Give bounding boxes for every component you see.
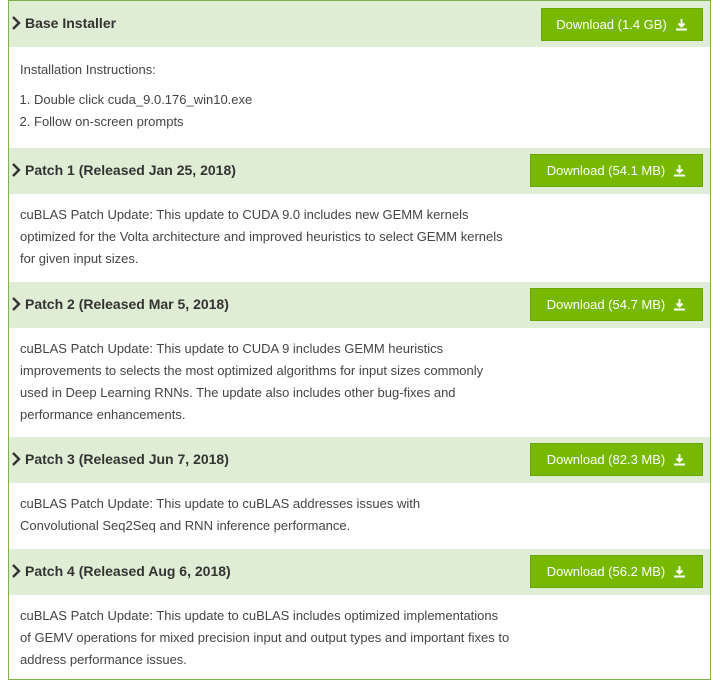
section-title: Base Installer — [25, 15, 117, 31]
download-button[interactable]: Download (1.4 GB) — [541, 8, 703, 41]
section-header-patch-1[interactable]: Patch 1 (Released Jan 25, 2018) Download… — [9, 148, 710, 194]
section-title: Patch 2 (Released Mar 5, 2018) — [25, 296, 229, 312]
download-label: Download (56.2 MB) — [546, 564, 666, 579]
download-label: Download (1.4 GB) — [556, 17, 667, 32]
section-body-patch-1: cuBLAS Patch Update: This update to CUDA… — [20, 204, 520, 270]
section-header-patch-4[interactable]: Patch 4 (Released Aug 6, 2018) Download … — [9, 549, 710, 595]
section-description: cuBLAS Patch Update: This update to CUDA… — [20, 341, 484, 422]
downloads-panel: Base Installer Download (1.4 GB) Install… — [8, 0, 711, 680]
download-icon — [674, 299, 686, 311]
section-header-base-installer[interactable]: Base Installer Download (1.4 GB) — [9, 1, 710, 47]
download-icon — [674, 566, 686, 578]
download-icon — [674, 454, 686, 466]
chevron-right-icon — [12, 452, 21, 466]
download-button[interactable]: Download (82.3 MB) — [530, 443, 703, 476]
section-header-patch-2[interactable]: Patch 2 (Released Mar 5, 2018) Download … — [9, 282, 710, 328]
chevron-right-icon — [12, 16, 21, 30]
chevron-right-icon — [12, 564, 21, 578]
section-title: Patch 1 (Released Jan 25, 2018) — [25, 162, 236, 178]
chevron-right-icon — [12, 297, 21, 311]
chevron-right-icon — [12, 163, 21, 177]
download-label: Download (82.3 MB) — [546, 452, 666, 467]
download-icon — [674, 165, 686, 177]
section-body-base-installer: Installation Instructions: Double click … — [20, 59, 252, 133]
section-title: Patch 4 (Released Aug 6, 2018) — [25, 563, 231, 579]
instruction-steps: Double click cuda_9.0.176_win10.exe Foll… — [20, 89, 252, 133]
section-body-patch-2: cuBLAS Patch Update: This update to CUDA… — [20, 338, 500, 426]
section-description: cuBLAS Patch Update: This update to CUDA… — [20, 207, 503, 266]
section-header-patch-3[interactable]: Patch 3 (Released Jun 7, 2018) Download … — [9, 437, 710, 483]
section-body-patch-3: cuBLAS Patch Update: This update to cuBL… — [20, 493, 480, 537]
section-description: cuBLAS Patch Update: This update to cuBL… — [20, 608, 510, 667]
instruction-step: Follow on-screen prompts — [34, 111, 252, 133]
instructions-heading: Installation Instructions: — [20, 62, 156, 77]
download-label: Download (54.1 MB) — [546, 163, 666, 178]
download-button[interactable]: Download (54.7 MB) — [530, 288, 703, 321]
instruction-step: Double click cuda_9.0.176_win10.exe — [34, 89, 252, 111]
section-title: Patch 3 (Released Jun 7, 2018) — [25, 451, 229, 467]
download-label: Download (54.7 MB) — [546, 297, 666, 312]
section-description: cuBLAS Patch Update: This update to cuBL… — [20, 496, 421, 533]
section-body-patch-4: cuBLAS Patch Update: This update to cuBL… — [20, 605, 510, 671]
download-button[interactable]: Download (54.1 MB) — [530, 154, 703, 187]
download-icon — [675, 19, 687, 31]
download-button[interactable]: Download (56.2 MB) — [530, 555, 703, 588]
